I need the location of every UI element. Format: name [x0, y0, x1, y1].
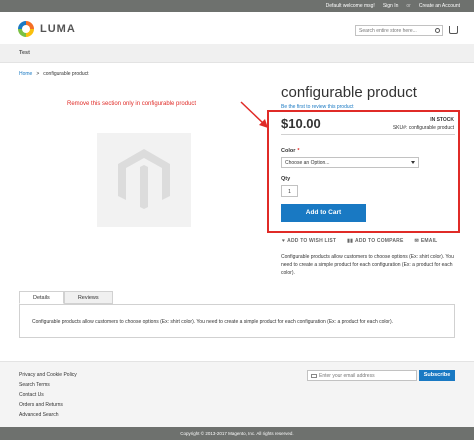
qty-label: Qty	[281, 176, 291, 182]
required-mark: *	[297, 148, 300, 154]
product-actions: ♥ ADD TO WISH LIST ▮▮ ADD TO COMPARE ✉ EMAI…	[282, 238, 437, 244]
color-label: Color *	[281, 148, 300, 154]
product-image[interactable]	[97, 133, 191, 227]
wishlist-label: ADD TO WISH LIST	[287, 238, 337, 244]
heart-icon: ♥	[282, 238, 286, 244]
email-label: EMAIL	[420, 238, 438, 244]
welcome-message: Default welcome msg!	[325, 3, 375, 9]
sku-label: SKU#:	[392, 125, 408, 131]
add-to-compare-link[interactable]: ▮▮ ADD TO COMPARE	[347, 238, 403, 244]
header-links: Default welcome msg! Sign In or Create a…	[326, 3, 460, 9]
cart-icon[interactable]	[449, 26, 458, 34]
color-select-value: Choose an Option...	[285, 160, 330, 166]
email-link[interactable]: ✉ EMAIL	[414, 238, 437, 244]
tab-panel-details: Configurable products allow customers to…	[19, 304, 455, 338]
search-input[interactable]: Search entire store here...	[355, 25, 443, 36]
stock-status: IN STOCK	[430, 117, 454, 123]
product-title: configurable product	[281, 84, 417, 101]
breadcrumb: Home > configurable product	[19, 71, 89, 77]
qty-input[interactable]: 1	[281, 185, 298, 197]
store-logo[interactable]: LUMA	[18, 21, 76, 37]
short-description: Configurable products allow customers to…	[281, 254, 454, 276]
envelope-icon: ✉	[414, 238, 419, 244]
nav-item-test[interactable]: Test	[19, 50, 30, 56]
color-label-text: Color	[281, 148, 296, 154]
add-to-wishlist-link[interactable]: ♥ ADD TO WISH LIST	[282, 238, 336, 244]
sku-value: configurable product	[408, 125, 454, 131]
tab-reviews[interactable]: Reviews	[63, 291, 113, 304]
search-icon[interactable]	[435, 28, 440, 33]
or-text: or	[406, 3, 411, 9]
compare-icon: ▮▮	[347, 238, 354, 244]
price-divider	[281, 134, 455, 135]
product-tabs: Details Reviews	[19, 291, 113, 304]
breadcrumb-home[interactable]: Home	[19, 71, 32, 77]
footer: Privacy and Cookie Policy Search Terms C…	[0, 361, 474, 427]
annotation-text: Remove this section only in configurable…	[67, 101, 197, 107]
newsletter-placeholder: Enter your email address	[319, 373, 375, 379]
footer-link-search-terms[interactable]: Search Terms	[19, 380, 77, 390]
tab-details[interactable]: Details	[19, 291, 64, 304]
sign-in-link[interactable]: Sign In	[383, 3, 399, 9]
compare-label: ADD TO COMPARE	[355, 238, 404, 244]
footer-link-contact[interactable]: Contact Us	[19, 390, 77, 400]
copyright: Copyright © 2013-2017 Magento, Inc. All …	[0, 427, 474, 440]
add-to-cart-button[interactable]: Add to Cart	[281, 204, 366, 222]
product-price: $10.00	[281, 116, 321, 131]
breadcrumb-current: configurable product	[43, 71, 89, 77]
footer-link-orders[interactable]: Orders and Returns	[19, 400, 77, 410]
top-bar: Default welcome msg! Sign In or Create a…	[0, 0, 474, 12]
footer-link-advanced-search[interactable]: Advanced Search	[19, 410, 77, 420]
envelope-icon	[311, 374, 317, 378]
logo-text: LUMA	[40, 23, 76, 35]
newsletter-email-input[interactable]: Enter your email address	[307, 370, 417, 381]
search-placeholder: Search entire store here...	[359, 28, 417, 34]
color-select[interactable]: Choose an Option...	[281, 157, 419, 168]
footer-link-privacy[interactable]: Privacy and Cookie Policy	[19, 370, 77, 380]
magento-placeholder-icon	[118, 149, 170, 209]
luma-logo-icon	[18, 21, 34, 37]
annotation-arrow	[240, 101, 268, 128]
chevron-down-icon	[411, 161, 415, 164]
category-nav: Test	[0, 44, 474, 63]
sku: SKU#: configurable product	[393, 125, 454, 131]
subscribe-button[interactable]: Subscribe	[419, 370, 455, 381]
footer-links: Privacy and Cookie Policy Search Terms C…	[19, 370, 77, 420]
breadcrumb-separator: >	[36, 71, 40, 77]
create-account-link[interactable]: Create an Account	[419, 3, 460, 9]
